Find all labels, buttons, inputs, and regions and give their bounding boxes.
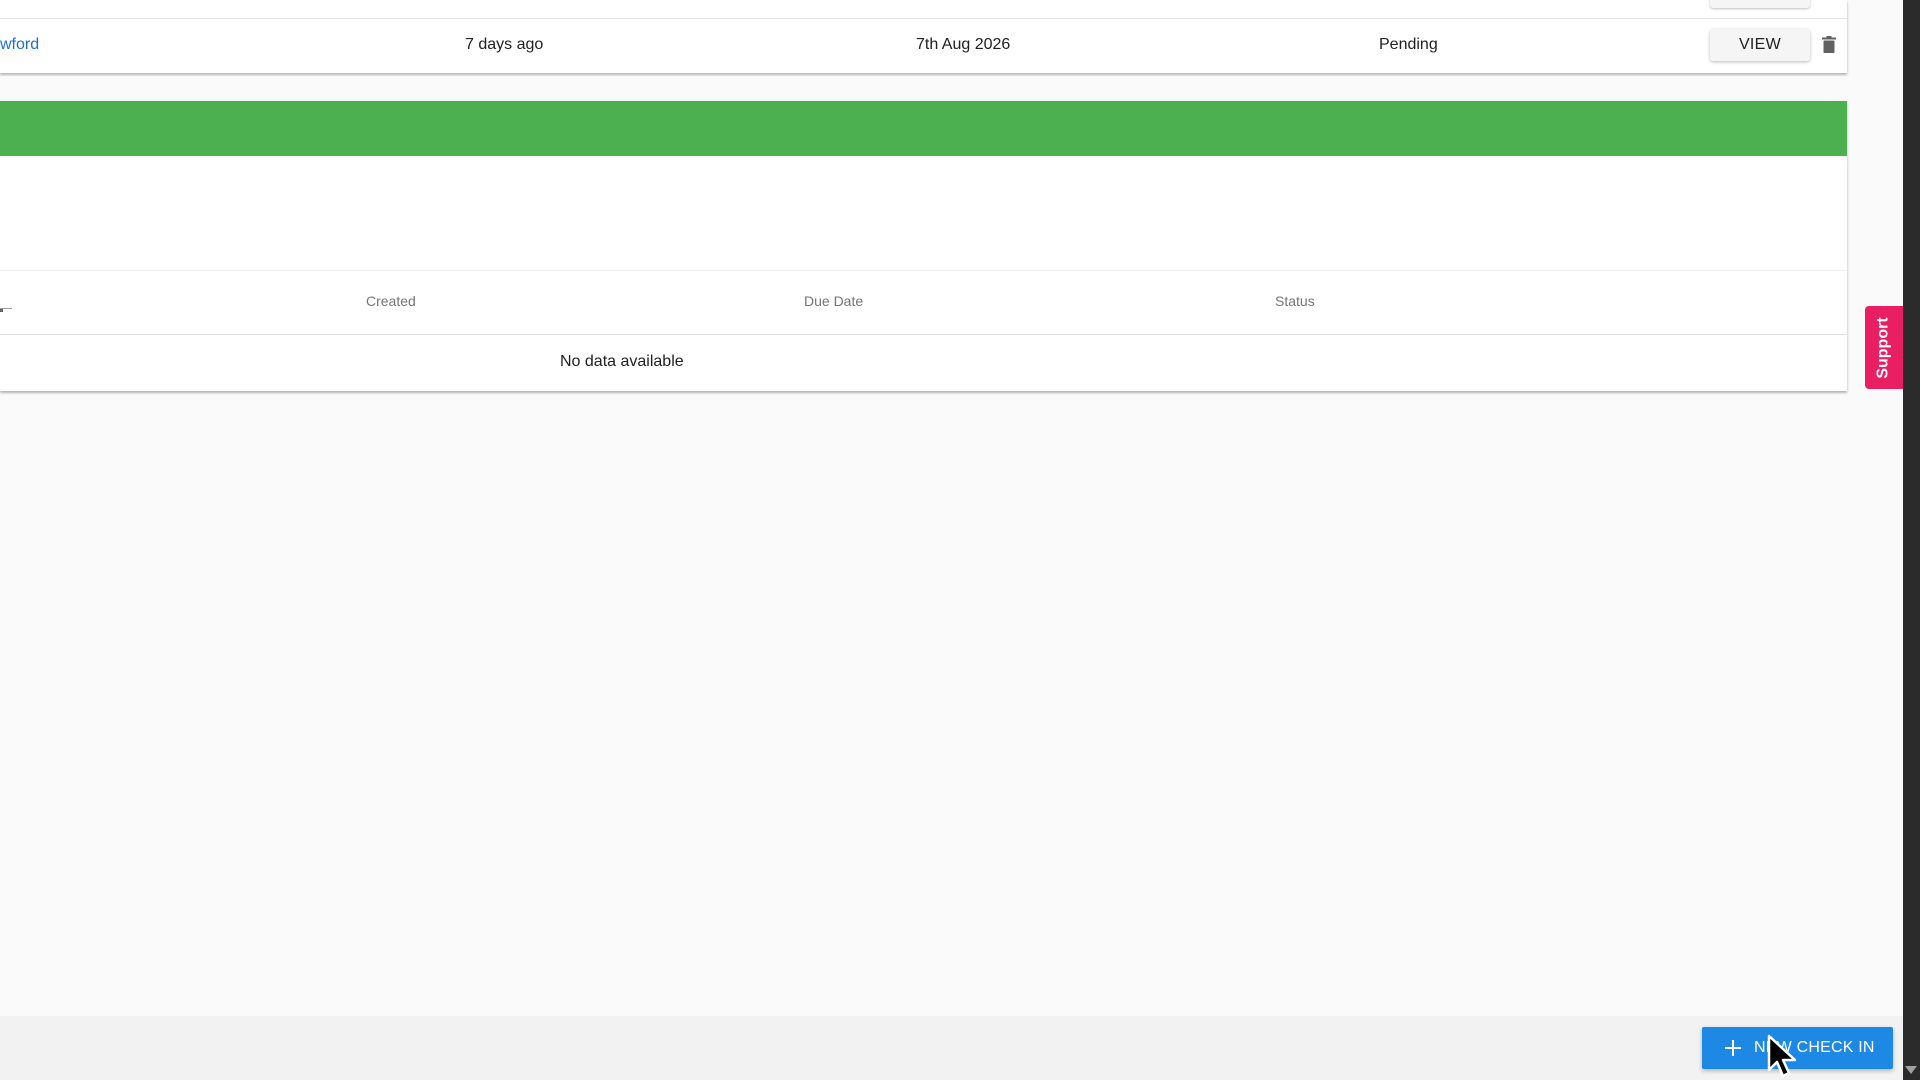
filter-input-fragment (0, 309, 3, 312)
checkin-created: 7 days ago (465, 36, 544, 53)
mouse-cursor-icon (1767, 1034, 1797, 1078)
column-header-status[interactable]: Status (1275, 293, 1315, 309)
column-header-created[interactable]: Created (366, 293, 416, 309)
checkin-status: Pending (1379, 36, 1438, 53)
vertical-scrollbar[interactable] (1903, 0, 1920, 1080)
section-header-bar (0, 101, 1847, 156)
checkin-name-link[interactable]: wford (0, 34, 39, 56)
view-button[interactable]: VIEW (1710, 29, 1810, 61)
second-table-card: Created Due Date Status No data availabl… (0, 101, 1847, 391)
empty-state-message: No data available (560, 353, 684, 370)
chevron-down-icon[interactable] (1905, 1066, 1917, 1074)
previous-row-view-button[interactable] (1710, 0, 1810, 8)
row-divider (0, 18, 1847, 19)
support-label: Support (1875, 316, 1893, 379)
body-divider (0, 334, 1847, 335)
footer-bar (0, 1016, 1903, 1080)
plus-icon (1725, 1040, 1741, 1056)
checkins-table-card: wford 7 days ago 7th Aug 2026 Pending VI… (0, 0, 1847, 73)
column-header-due-date[interactable]: Due Date (804, 293, 863, 309)
header-divider (0, 270, 1847, 271)
checkin-due-date: 7th Aug 2026 (916, 36, 1011, 53)
trash-icon[interactable] (1822, 36, 1836, 53)
support-tab[interactable]: Support (1865, 306, 1903, 389)
